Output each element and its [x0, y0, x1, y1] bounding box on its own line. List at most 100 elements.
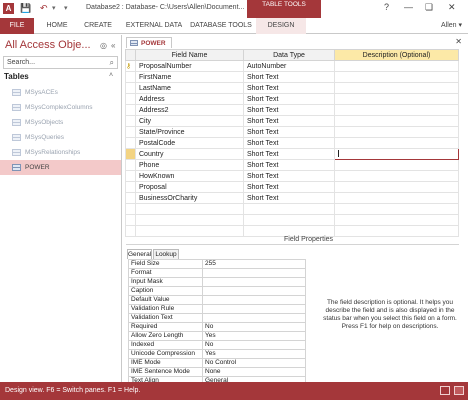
- data-type-cell[interactable]: Short Text: [243, 170, 335, 182]
- search-icon[interactable]: ⌕: [110, 58, 114, 68]
- field-name-cell[interactable]: [135, 214, 244, 226]
- field-row[interactable]: [125, 203, 459, 215]
- tab-lookup[interactable]: Lookup: [153, 249, 179, 259]
- field-row[interactable]: Country Short Text: [125, 148, 459, 160]
- data-type-cell[interactable]: Short Text: [243, 159, 335, 171]
- description-cell[interactable]: [334, 148, 459, 160]
- field-name-cell[interactable]: Proposal: [135, 181, 244, 193]
- tab-home[interactable]: HOME: [38, 18, 76, 34]
- property-value[interactable]: None: [202, 367, 306, 377]
- row-selector[interactable]: [125, 181, 136, 193]
- description-cell[interactable]: [334, 82, 459, 94]
- tab-create[interactable]: CREATE: [78, 18, 118, 34]
- document-tab-power[interactable]: POWER: [126, 37, 172, 48]
- nav-search-input[interactable]: Search... ⌕: [3, 56, 118, 69]
- restore-icon[interactable]: ❏: [425, 2, 433, 13]
- row-selector[interactable]: [125, 104, 136, 116]
- field-row[interactable]: Address Short Text: [125, 93, 459, 105]
- description-cell[interactable]: [334, 71, 459, 83]
- row-selector[interactable]: [125, 225, 136, 237]
- field-row[interactable]: PostalCode Short Text: [125, 137, 459, 149]
- design-view-icon[interactable]: [454, 386, 464, 395]
- data-type-cell[interactable]: Short Text: [243, 93, 335, 105]
- property-value[interactable]: No Control: [202, 358, 306, 368]
- datasheet-view-icon[interactable]: [440, 386, 450, 395]
- undo-dropdown-icon[interactable]: ▾: [52, 3, 56, 14]
- undo-icon[interactable]: ↶: [40, 3, 48, 14]
- nav-item-msysobjects[interactable]: MSysObjects: [0, 115, 121, 130]
- data-type-cell[interactable]: [243, 203, 335, 215]
- field-name-cell[interactable]: [135, 225, 244, 237]
- field-name-cell[interactable]: Address: [135, 93, 244, 105]
- nav-pane-title[interactable]: All Access Obje...: [5, 39, 91, 51]
- row-selector[interactable]: [125, 203, 136, 215]
- field-name-cell[interactable]: PostalCode: [135, 137, 244, 149]
- field-row[interactable]: City Short Text: [125, 115, 459, 127]
- property-value[interactable]: [202, 295, 306, 305]
- description-cell[interactable]: [334, 93, 459, 105]
- description-cell[interactable]: [334, 203, 459, 215]
- data-type-cell[interactable]: Short Text: [243, 126, 335, 138]
- data-type-cell[interactable]: Short Text: [243, 148, 335, 160]
- data-type-cell[interactable]: Short Text: [243, 104, 335, 116]
- property-value[interactable]: No: [202, 340, 306, 350]
- description-cell[interactable]: [334, 115, 459, 127]
- shutter-bar-collapse-icon[interactable]: «: [111, 41, 115, 50]
- description-cell[interactable]: [334, 159, 459, 171]
- row-selector[interactable]: [125, 137, 136, 149]
- field-name-cell[interactable]: Address2: [135, 104, 244, 116]
- description-cell[interactable]: [334, 104, 459, 116]
- nav-item-msysqueries[interactable]: MSysQueries: [0, 130, 121, 145]
- section-collapse-icon[interactable]: ˄: [109, 72, 113, 79]
- description-cell[interactable]: [334, 126, 459, 138]
- data-type-cell[interactable]: Short Text: [243, 137, 335, 149]
- field-name-cell[interactable]: HowKnown: [135, 170, 244, 182]
- row-selector[interactable]: [125, 93, 136, 105]
- property-value[interactable]: [202, 268, 306, 278]
- row-selector[interactable]: [125, 115, 136, 127]
- nav-section-tables[interactable]: Tables: [4, 72, 29, 81]
- field-name-cell[interactable]: LastName: [135, 82, 244, 94]
- field-name-cell[interactable]: Country: [135, 148, 244, 160]
- description-cell[interactable]: [334, 170, 459, 182]
- description-cell[interactable]: [334, 192, 459, 204]
- data-type-cell[interactable]: Short Text: [243, 192, 335, 204]
- property-value[interactable]: Yes: [202, 349, 306, 359]
- data-type-cell[interactable]: [243, 214, 335, 226]
- property-value[interactable]: No: [202, 322, 306, 332]
- field-row[interactable]: BusinessOrCharity Short Text: [125, 192, 459, 204]
- save-icon[interactable]: 💾: [20, 3, 31, 14]
- data-type-cell[interactable]: AutoNumber: [243, 60, 335, 72]
- tab-external-data[interactable]: EXTERNAL DATA: [120, 18, 188, 34]
- field-row[interactable]: [125, 225, 459, 237]
- nav-item-msysaces[interactable]: MSysACEs: [0, 85, 121, 100]
- close-document-icon[interactable]: ✕: [455, 37, 462, 46]
- nav-item-power[interactable]: POWER: [0, 160, 121, 175]
- tab-general[interactable]: General: [127, 249, 152, 259]
- field-row[interactable]: FirstName Short Text: [125, 71, 459, 83]
- property-value[interactable]: 255: [202, 259, 306, 269]
- description-cell[interactable]: [334, 137, 459, 149]
- row-selector[interactable]: [125, 159, 136, 171]
- row-selector[interactable]: ⚷: [125, 60, 136, 72]
- data-type-cell[interactable]: Short Text: [243, 181, 335, 193]
- data-type-cell[interactable]: Short Text: [243, 71, 335, 83]
- description-cell[interactable]: [334, 60, 459, 72]
- tab-file[interactable]: FILE: [0, 18, 34, 34]
- field-name-cell[interactable]: [135, 203, 244, 215]
- description-cell[interactable]: [334, 181, 459, 193]
- row-selector-header[interactable]: [125, 49, 136, 61]
- tab-database-tools[interactable]: DATABASE TOOLS: [190, 18, 252, 34]
- row-selector[interactable]: [125, 192, 136, 204]
- property-value[interactable]: [202, 313, 306, 323]
- description-cell[interactable]: [334, 225, 459, 237]
- field-name-cell[interactable]: ProposalNumber: [135, 60, 244, 72]
- access-app-icon[interactable]: A: [3, 3, 14, 14]
- description-cell[interactable]: [334, 214, 459, 226]
- field-name-cell[interactable]: Phone: [135, 159, 244, 171]
- column-header-data-type[interactable]: Data Type: [243, 49, 335, 61]
- property-value[interactable]: [202, 304, 306, 314]
- close-icon[interactable]: ✕: [448, 2, 456, 13]
- row-selector[interactable]: [125, 148, 136, 160]
- row-selector[interactable]: [125, 71, 136, 83]
